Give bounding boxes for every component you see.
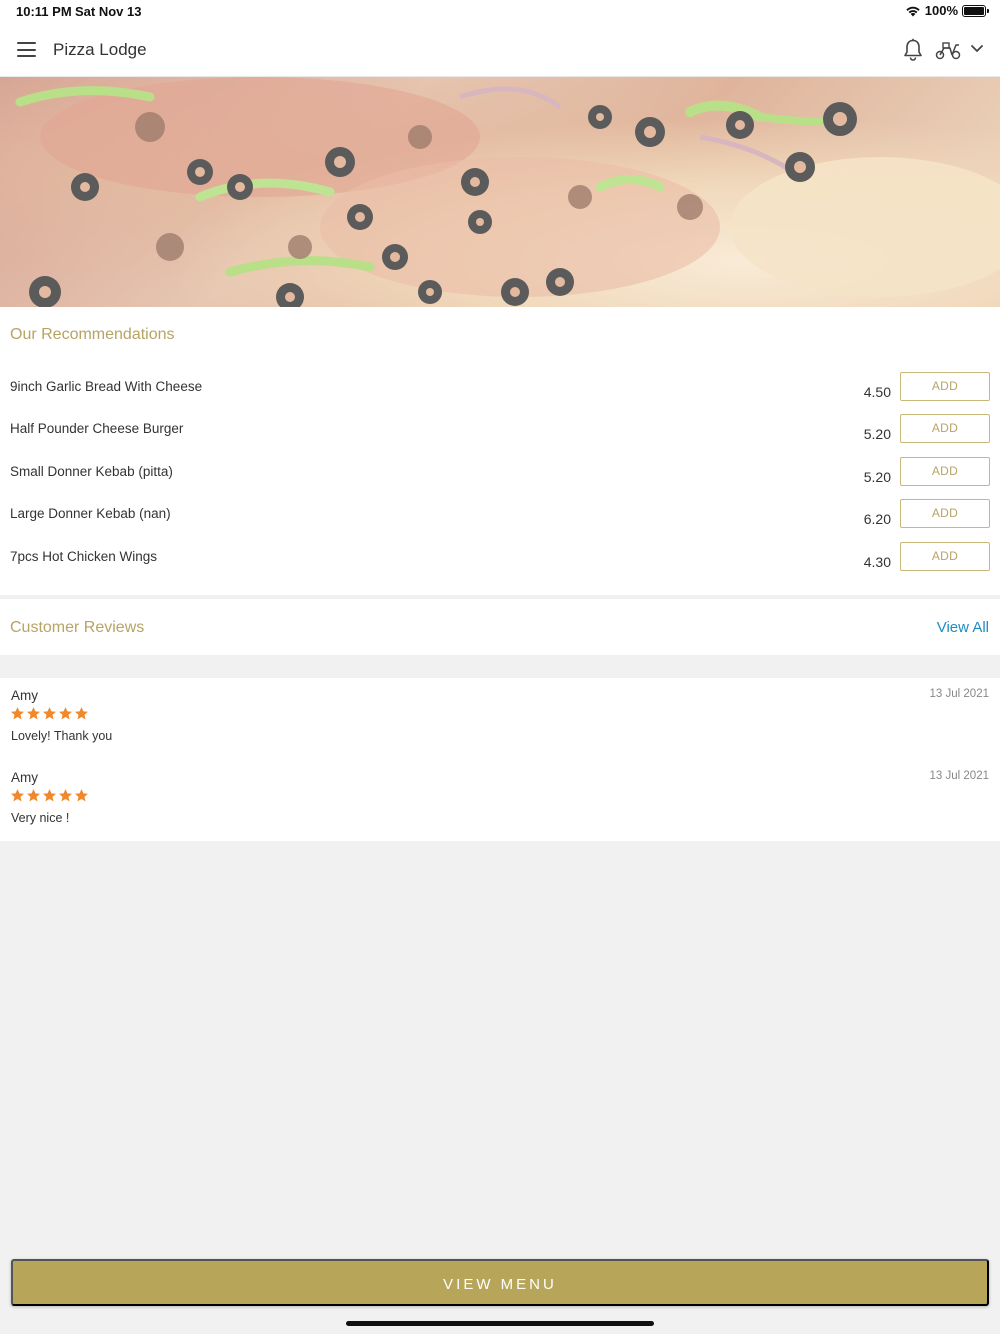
review-author: Amy bbox=[11, 688, 38, 703]
item-name: Half Pounder Cheese Burger bbox=[10, 421, 184, 436]
review-text: Lovely! Thank you bbox=[11, 729, 113, 743]
reviews-title: Customer Reviews bbox=[10, 619, 145, 636]
reviews-header: Customer Reviews View All bbox=[0, 599, 1000, 655]
star-icon bbox=[59, 789, 72, 802]
star-icon bbox=[11, 707, 24, 720]
review-text: Very nice ! bbox=[11, 811, 70, 825]
add-button[interactable]: ADD bbox=[900, 372, 990, 401]
item-price: 6.20 bbox=[863, 511, 891, 527]
review-author: Amy bbox=[11, 770, 38, 785]
item-name: Large Donner Kebab (nan) bbox=[10, 506, 171, 521]
list-item: Half Pounder Cheese Burger 5.20 ADD bbox=[0, 414, 1000, 451]
menu-icon[interactable] bbox=[17, 42, 36, 57]
battery-percent: 100% bbox=[924, 3, 958, 18]
star-rating bbox=[10, 788, 89, 803]
list-item: Small Donner Kebab (pitta) 5.20 ADD bbox=[0, 457, 1000, 494]
item-name: Small Donner Kebab (pitta) bbox=[10, 464, 173, 479]
hero-pizza-image bbox=[0, 77, 1000, 307]
page-title: Pizza Lodge bbox=[53, 40, 147, 59]
star-icon bbox=[59, 707, 72, 720]
item-price: 4.50 bbox=[863, 384, 891, 400]
review-item: Amy 13 Jul 2021 Lovely! Thank you bbox=[0, 688, 1000, 758]
add-button[interactable]: ADD bbox=[900, 457, 990, 486]
star-icon bbox=[43, 707, 56, 720]
item-price: 5.20 bbox=[863, 426, 891, 442]
restaurant-page: 10:11 PM Sat Nov 13 100% Pizza Lodge Our… bbox=[0, 0, 1000, 1334]
item-price: 4.30 bbox=[863, 554, 891, 570]
bell-icon[interactable] bbox=[902, 38, 924, 62]
recommendations-section: Our Recommendations 9inch Garlic Bread W… bbox=[0, 307, 1000, 595]
chevron-down-icon[interactable] bbox=[970, 44, 984, 54]
item-name: 9inch Garlic Bread With Cheese bbox=[10, 379, 203, 394]
star-rating bbox=[10, 706, 89, 721]
star-icon bbox=[27, 789, 40, 802]
item-name: 7pcs Hot Chicken Wings bbox=[10, 549, 158, 564]
star-icon bbox=[75, 707, 88, 720]
star-icon bbox=[27, 707, 40, 720]
list-item: 9inch Garlic Bread With Cheese 4.50 ADD bbox=[0, 372, 1000, 409]
status-time: 10:11 PM bbox=[16, 4, 72, 19]
wifi-icon bbox=[906, 6, 920, 16]
scooter-icon[interactable] bbox=[935, 40, 961, 60]
star-icon bbox=[75, 789, 88, 802]
view-all-link[interactable]: View All bbox=[937, 619, 989, 636]
status-indicators: 100% bbox=[905, 3, 989, 18]
review-date: 13 Jul 2021 bbox=[929, 688, 989, 700]
app-header: Pizza Lodge bbox=[0, 24, 1000, 77]
star-icon bbox=[43, 789, 56, 802]
status-bar: 10:11 PM Sat Nov 13 100% bbox=[0, 0, 1000, 24]
battery-icon bbox=[962, 4, 989, 17]
item-price: 5.20 bbox=[863, 469, 891, 485]
recommendations-title: Our Recommendations bbox=[10, 326, 175, 343]
list-item: 7pcs Hot Chicken Wings 4.30 ADD bbox=[0, 542, 1000, 579]
home-indicator bbox=[346, 1321, 654, 1326]
status-date: Sat Nov 13 bbox=[75, 4, 142, 19]
reviews-list: Amy 13 Jul 2021 Lovely! Thank you Amy 13… bbox=[0, 678, 1000, 841]
add-button[interactable]: ADD bbox=[900, 499, 990, 528]
add-button[interactable]: ADD bbox=[900, 414, 990, 443]
star-icon bbox=[11, 789, 24, 802]
review-date: 13 Jul 2021 bbox=[929, 770, 989, 782]
view-menu-button[interactable]: VIEW MENU bbox=[11, 1259, 989, 1306]
add-button[interactable]: ADD bbox=[900, 542, 990, 571]
list-item: Large Donner Kebab (nan) 6.20 ADD bbox=[0, 499, 1000, 536]
review-item: Amy 13 Jul 2021 Very nice ! bbox=[0, 770, 1000, 840]
